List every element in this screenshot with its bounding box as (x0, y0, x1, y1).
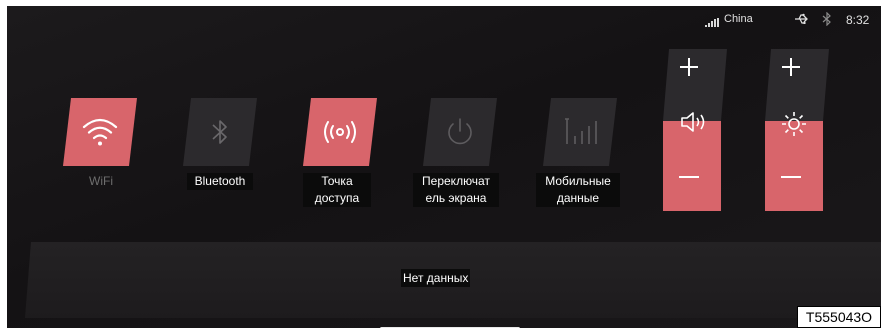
mobile-data-label: Мобильные данные (536, 173, 620, 207)
no-data-text: Нет данных (401, 269, 471, 287)
volume-down-button[interactable] (679, 175, 711, 207)
home-indicator[interactable] (380, 327, 520, 328)
bluetooth-status-icon (822, 12, 831, 26)
volume-up-button[interactable] (679, 57, 711, 89)
wifi-label: WiFi (89, 174, 113, 188)
carrier-name: China Mobile (724, 13, 753, 25)
minus-icon (679, 176, 699, 178)
brightness-down-button[interactable] (781, 175, 813, 207)
brightness-up-button[interactable] (781, 57, 813, 89)
wifi-icon (82, 118, 118, 146)
bluetooth-label: Bluetooth (187, 173, 253, 190)
screen-switch-label: Переключат ель экрана (413, 173, 499, 207)
speaker-icon (679, 111, 711, 143)
control-center-screen: China Mobile 8:32 WiFi Bluetooth (7, 6, 881, 328)
volume-slider[interactable] (663, 49, 727, 211)
hotspot-label: Точка доступа (303, 173, 371, 207)
figure-code-label: T555043O (797, 306, 881, 328)
wifi-toggle[interactable] (63, 98, 137, 166)
clock: 8:32 (846, 13, 870, 27)
hotspot-toggle[interactable] (303, 98, 377, 166)
power-icon (448, 118, 472, 145)
minus-icon (781, 176, 801, 178)
mobile-data-toggle[interactable] (543, 98, 617, 166)
bluetooth-icon (212, 120, 227, 144)
mobile-data-icon (565, 118, 597, 144)
sun-icon (781, 111, 813, 143)
bluetooth-toggle[interactable] (183, 98, 257, 166)
plus-icon (782, 58, 800, 76)
plus-icon (680, 58, 698, 76)
signal-icon (705, 18, 719, 27)
hotspot-icon (324, 121, 356, 143)
usb-icon (795, 13, 808, 24)
screen-switch-toggle[interactable] (423, 98, 497, 166)
brightness-slider[interactable] (765, 49, 829, 211)
